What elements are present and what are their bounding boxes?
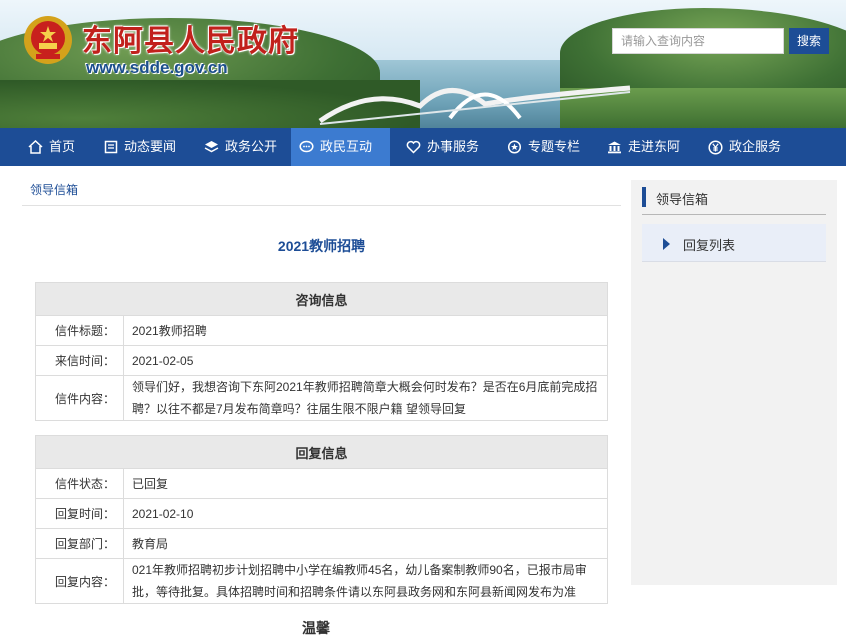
row-value: 2021-02-10 — [123, 498, 608, 529]
reply-info-table: 回复信息 信件状态： 已回复 回复时间： 2021-02-10 回复部门： 教育… — [35, 435, 608, 604]
nav-item-business-services[interactable]: 政企服务 — [700, 128, 789, 166]
nav-item-special-topics[interactable]: 专题专栏 — [499, 128, 588, 166]
nav-item-news[interactable]: 动态要闻 — [96, 128, 184, 166]
national-emblem-icon — [24, 16, 72, 64]
sidebar-divider — [642, 214, 826, 215]
table-row: 信件标题： 2021教师招聘 — [35, 315, 608, 346]
row-value: 已回复 — [123, 468, 608, 499]
row-label: 回复内容： — [35, 558, 124, 604]
table-heading: 咨询信息 — [35, 282, 608, 316]
nav-item-label: 政务公开 — [225, 139, 278, 154]
table-row: 回复时间： 2021-02-10 — [35, 498, 608, 529]
nav-item-label: 政企服务 — [729, 139, 782, 154]
search-button[interactable]: 搜索 — [789, 28, 829, 54]
nav-item-label: 专题专栏 — [528, 139, 581, 154]
search-input[interactable] — [612, 28, 784, 54]
row-label: 回复部门： — [35, 528, 124, 559]
nav-item-label: 动态要闻 — [124, 139, 177, 154]
building-icon — [608, 141, 621, 154]
nav-item-label: 首页 — [49, 139, 76, 154]
yen-icon — [708, 139, 723, 155]
table-row: 信件内容： 领导们好，我想咨询下东阿2021年教师招聘简章大概会何时发布？是否在… — [35, 375, 608, 421]
layers-icon — [204, 141, 219, 153]
main-nav: 首页 动态要闻 政务公开 政民互动 办事服务 专题专栏 走进东阿 政企服务 — [0, 128, 846, 166]
nav-item-label: 走进东阿 — [628, 139, 681, 154]
row-value: 2021教师招聘 — [123, 315, 608, 346]
nav-item-gov-affairs[interactable]: 政务公开 — [196, 128, 285, 166]
nav-item-home[interactable]: 首页 — [20, 128, 83, 166]
table-row: 回复部门： 教育局 — [35, 528, 608, 559]
table-row: 来信时间： 2021-02-05 — [35, 345, 608, 376]
sidebar-item-label[interactable]: 回复列表 — [683, 235, 735, 254]
row-value: 教育局 — [123, 528, 608, 559]
row-label: 信件内容： — [35, 375, 124, 421]
breadcrumb[interactable]: 领导信箱 — [30, 181, 78, 198]
nav-item-label: 办事服务 — [427, 139, 480, 154]
nav-item-label: 政民互动 — [320, 139, 373, 154]
home-icon — [28, 140, 43, 154]
sidebar-title-accent — [642, 187, 646, 207]
row-label: 信件状态： — [35, 468, 124, 499]
badge-icon — [507, 140, 522, 154]
row-value: 021年教师招聘初步计划招聘中小学在编教师45名，幼儿备案制教师90名，已报市局… — [123, 558, 608, 604]
row-value: 2021-02-05 — [123, 345, 608, 376]
cut-off-notice-heading: 温馨 — [302, 620, 330, 636]
header-banner: 东阿县人民政府 www.sdde.gov.cn 搜索 — [0, 0, 846, 128]
row-value: 领导们好，我想咨询下东阿2021年教师招聘简章大概会何时发布？是否在6月底前完成… — [123, 375, 608, 421]
news-icon — [104, 140, 118, 154]
sidebar-title: 领导信箱 — [656, 192, 709, 207]
consult-info-table: 咨询信息 信件标题： 2021教师招聘 来信时间： 2021-02-05 信件内… — [35, 282, 608, 421]
table-row: 信件状态： 已回复 — [35, 468, 608, 499]
page-title: 2021教师招聘 — [277, 238, 366, 254]
nav-item-services[interactable]: 办事服务 — [398, 128, 487, 166]
row-label: 回复时间： — [35, 498, 124, 529]
site-url: www.sdde.gov.cn — [86, 58, 228, 77]
triangle-right-icon — [663, 238, 670, 250]
heart-icon — [406, 140, 421, 154]
nav-item-about-donge[interactable]: 走进东阿 — [599, 128, 688, 166]
row-label: 信件标题： — [35, 315, 124, 346]
breadcrumb-divider — [22, 205, 621, 206]
site-title: 东阿县人民政府 — [82, 24, 299, 59]
nav-item-interaction[interactable]: 政民互动 — [291, 128, 390, 166]
chat-icon — [299, 140, 314, 153]
table-heading: 回复信息 — [35, 435, 608, 469]
row-label: 来信时间： — [35, 345, 124, 376]
bridge-image — [318, 85, 631, 125]
table-row: 回复内容： 021年教师招聘初步计划招聘中小学在编教师45名，幼儿备案制教师90… — [35, 558, 608, 604]
